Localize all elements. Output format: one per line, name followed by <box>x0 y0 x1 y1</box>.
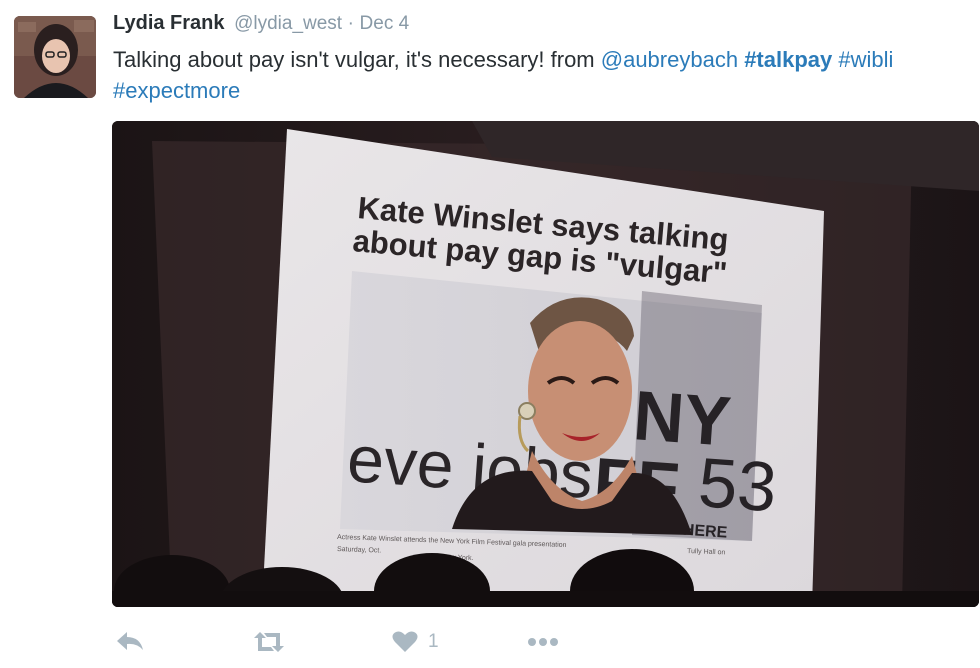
more-icon <box>528 638 558 646</box>
caption-line4: Tully Hall on <box>687 548 726 556</box>
heart-icon <box>392 631 418 652</box>
tweet-actions: 1 <box>112 624 612 660</box>
header-separator: · <box>347 13 354 34</box>
reply-icon <box>117 632 143 650</box>
like-button[interactable]: 1 <box>392 624 439 660</box>
reply-button[interactable] <box>115 624 145 660</box>
like-count: 1 <box>428 631 439 652</box>
media-photo: Kate Winslet says talking about pay gap … <box>112 121 979 607</box>
tweet-text: Talking about pay isn't vulgar, it's nec… <box>113 44 973 106</box>
tweet-text-body: Talking about pay isn't vulgar, it's nec… <box>113 47 601 72</box>
hashtag-talkpay[interactable]: #talkpay <box>744 47 832 72</box>
hashtag-expectmore[interactable]: #expectmore <box>113 78 240 103</box>
mention-link[interactable]: @aubreybach <box>601 47 738 72</box>
tweet-media[interactable]: Kate Winslet says talking about pay gap … <box>112 121 979 607</box>
more-button[interactable] <box>525 624 561 660</box>
backdrop-text-4: 53 <box>696 443 779 526</box>
tweet-header: Lydia Frank @lydia_west · Dec 4 <box>113 12 409 35</box>
retweet-icon <box>254 632 284 652</box>
retweet-button[interactable] <box>252 624 286 660</box>
hashtag-wibli[interactable]: #wibli <box>838 47 893 72</box>
avatar-photo <box>14 16 96 98</box>
tweet-date[interactable]: Dec 4 <box>360 13 410 34</box>
avatar[interactable] <box>14 16 96 98</box>
author-handle[interactable]: @lydia_west <box>234 13 342 34</box>
author-name[interactable]: Lydia Frank <box>113 12 225 34</box>
